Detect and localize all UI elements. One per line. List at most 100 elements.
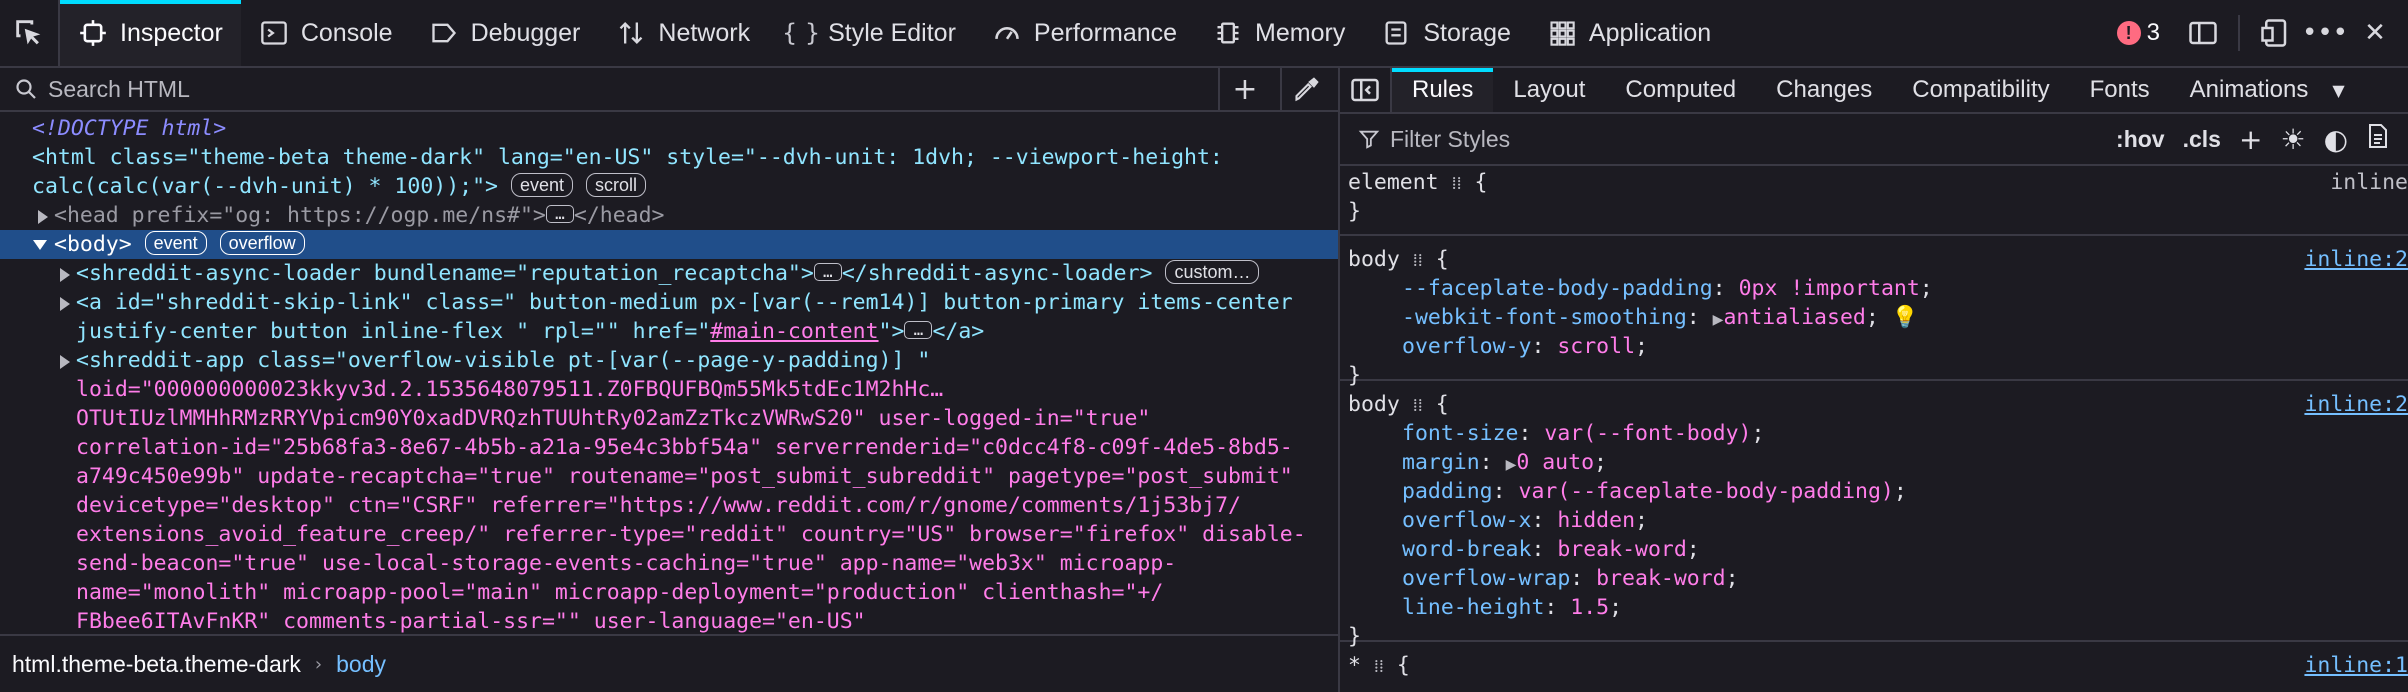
property-value[interactable]: scroll <box>1557 334 1635 359</box>
class-toggle[interactable]: .cls <box>2183 126 2221 153</box>
async-loader-node[interactable]: <shreddit-async-loader bundlename="reput… <box>76 259 1260 288</box>
shreddit-app-line[interactable]: a749c450e99b" update-recaptcha="true" ro… <box>76 462 1293 491</box>
add-node-button[interactable]: + <box>1218 67 1270 111</box>
property-value[interactable]: break-word <box>1557 537 1686 562</box>
tab-compatibility[interactable]: Compatibility <box>1892 68 2069 112</box>
property-name[interactable]: font-size <box>1402 421 1519 446</box>
property-name[interactable]: overflow-wrap <box>1402 566 1570 591</box>
declaration[interactable]: font-size: var(--font-body); <box>1402 419 1764 448</box>
hover-state-toggle[interactable]: :hov <box>2116 126 2165 153</box>
declaration[interactable]: line-height: 1.5; <box>1402 593 1622 622</box>
property-value[interactable]: 1.5 <box>1570 595 1609 620</box>
tab-computed[interactable]: Computed <box>1605 68 1756 112</box>
print-media-icon[interactable] <box>2366 123 2390 155</box>
tab-application[interactable]: Application <box>1529 0 1729 66</box>
tab-style-editor[interactable]: { } Style Editor <box>768 0 974 66</box>
toggle-sidebar-button[interactable] <box>1340 68 1392 112</box>
shreddit-app-line[interactable]: <shreddit-app class="overflow-visible pt… <box>76 346 930 375</box>
lightbulb-icon[interactable]: 💡 <box>1892 305 1919 330</box>
grid-highlighter-icon[interactable]: ⁞⁞ <box>1413 250 1423 271</box>
property-name[interactable]: word-break <box>1402 537 1531 562</box>
skip-link-node-line-1[interactable]: <a id="shreddit-skip-link" class=" butto… <box>76 288 1293 317</box>
property-name[interactable]: line-height <box>1402 595 1544 620</box>
rule-source-link[interactable]: inline:2 <box>2304 390 2408 419</box>
grid-highlighter-icon[interactable]: ⁞⁞ <box>1452 173 1462 194</box>
shreddit-app-line[interactable]: send-beacon="true" use-local-storage-eve… <box>76 549 1176 578</box>
property-value[interactable]: break-word <box>1596 566 1725 591</box>
property-name[interactable]: --faceplate-body-padding <box>1402 276 1713 301</box>
eyedropper-button[interactable] <box>1280 67 1332 111</box>
property-value[interactable]: 0px !important <box>1739 276 1920 301</box>
tab-network[interactable]: Network <box>598 0 768 66</box>
tab-debugger[interactable]: Debugger <box>411 0 599 66</box>
property-name[interactable]: overflow-x <box>1402 508 1531 533</box>
expand-value-twisty[interactable]: ▶ <box>1713 312 1724 328</box>
rule-source-link[interactable]: inline:2 <box>2304 245 2408 274</box>
expand-value-twisty[interactable]: ▶ <box>1506 457 1517 473</box>
event-badge[interactable]: event <box>144 231 207 255</box>
overflow-badge[interactable]: overflow <box>219 231 305 255</box>
property-value[interactable]: var(--faceplate-body-padding) <box>1519 479 1894 504</box>
tab-layout[interactable]: Layout <box>1493 68 1605 112</box>
collapse-body-twisty[interactable] <box>33 240 47 250</box>
split-console-button[interactable] <box>2182 12 2224 54</box>
close-devtools-button[interactable]: ✕ <box>2354 12 2396 54</box>
tabs-overflow-dropdown[interactable]: ▼ <box>2328 68 2348 112</box>
declaration[interactable]: word-break: break-word; <box>1402 535 1700 564</box>
shreddit-app-line[interactable]: OTUtIUzlMMHhRMzRRYVpicm90Y0xadDVRQzhTUUh… <box>76 404 1150 433</box>
add-rule-icon[interactable]: + <box>2239 123 2262 156</box>
property-value[interactable]: hidden <box>1557 508 1635 533</box>
element-picker-button[interactable] <box>0 0 60 66</box>
shreddit-app-line[interactable]: extensions_avoid_feature_creep/" referre… <box>76 520 1306 549</box>
html-node-line-2[interactable]: calc(calc(var(--dvh-unit) * 100));"> eve… <box>32 172 646 201</box>
grid-highlighter-icon[interactable]: ⁞⁞ <box>1374 656 1384 677</box>
declaration[interactable]: --faceplate-body-padding: 0px !important… <box>1402 274 1933 303</box>
property-name[interactable]: padding <box>1402 479 1493 504</box>
expand-skip-link-twisty[interactable] <box>60 297 70 311</box>
dock-options-button[interactable] <box>2254 12 2296 54</box>
tab-console[interactable]: Console <box>241 0 411 66</box>
rule-selector[interactable]: body <box>1348 247 1400 272</box>
html-node-line-1[interactable]: <html class="theme-beta theme-dark" lang… <box>32 143 1223 172</box>
tab-memory[interactable]: Memory <box>1195 0 1363 66</box>
declaration[interactable]: margin: ▶0 auto; <box>1402 448 1607 480</box>
property-name[interactable]: margin <box>1402 450 1480 475</box>
search-html-input[interactable] <box>48 75 1208 103</box>
rule-selector[interactable]: body <box>1348 392 1400 417</box>
breadcrumb-item-body[interactable]: body <box>336 651 386 678</box>
breadcrumb-item-html[interactable]: html.theme-beta.theme-dark <box>12 651 301 678</box>
shreddit-app-line[interactable]: correlation-id="25b68fa3-8e67-4b5b-a21a-… <box>76 433 1293 462</box>
property-value[interactable]: antialiased <box>1723 305 1865 330</box>
light-scheme-icon[interactable]: ☀ <box>2280 123 2305 156</box>
declaration[interactable]: overflow-x: hidden; <box>1402 506 1648 535</box>
doctype-node[interactable]: <!DOCTYPE html> <box>32 114 226 143</box>
expand-async-loader-twisty[interactable] <box>60 268 70 282</box>
event-badge[interactable]: event <box>510 173 573 197</box>
shreddit-app-line[interactable]: loid="000000000023kkyv3d.2.1535648079511… <box>76 375 943 404</box>
shreddit-app-line[interactable]: FBbee6ITAvFnKR" comments-partial-ssr="" … <box>76 607 866 634</box>
head-node[interactable]: <head prefix="og: https://ogp.me/ns#">… <… <box>54 201 665 230</box>
filter-styles-input[interactable] <box>1390 125 2030 153</box>
skip-link-node-line-2[interactable]: justify-center button inline-flex " rpl=… <box>76 317 984 346</box>
declaration[interactable]: -webkit-font-smoothing: ▶antialiased; 💡 <box>1402 303 1919 335</box>
body-node[interactable]: <body> event overflow <box>54 230 305 259</box>
rule-selector[interactable]: * <box>1348 653 1361 678</box>
scroll-badge[interactable]: scroll <box>585 173 646 197</box>
tab-changes[interactable]: Changes <box>1756 68 1892 112</box>
tab-storage[interactable]: Storage <box>1363 0 1529 66</box>
collapsed-content-button[interactable]: … <box>545 205 574 223</box>
main-content-link[interactable]: #main-content <box>710 319 878 344</box>
declaration[interactable]: overflow-wrap: break-word; <box>1402 564 1739 593</box>
custom-element-badge[interactable]: custom… <box>1165 260 1260 284</box>
more-options-button[interactable]: ••• <box>2302 12 2348 54</box>
property-name[interactable]: -webkit-font-smoothing <box>1402 305 1687 330</box>
declaration[interactable]: overflow-y: scroll; <box>1402 332 1648 361</box>
tab-fonts[interactable]: Fonts <box>2070 68 2170 112</box>
declaration[interactable]: padding: var(--faceplate-body-padding); <box>1402 477 1907 506</box>
collapsed-content-button[interactable]: … <box>904 321 933 339</box>
collapsed-content-button[interactable]: … <box>813 263 842 281</box>
shreddit-app-line[interactable]: devicetype="desktop" ctn="CSRF" referrer… <box>76 491 1241 520</box>
tab-rules[interactable]: Rules <box>1392 68 1494 112</box>
expand-shreddit-app-twisty[interactable] <box>60 355 70 369</box>
dark-scheme-icon[interactable]: ◐ <box>2324 123 2348 156</box>
